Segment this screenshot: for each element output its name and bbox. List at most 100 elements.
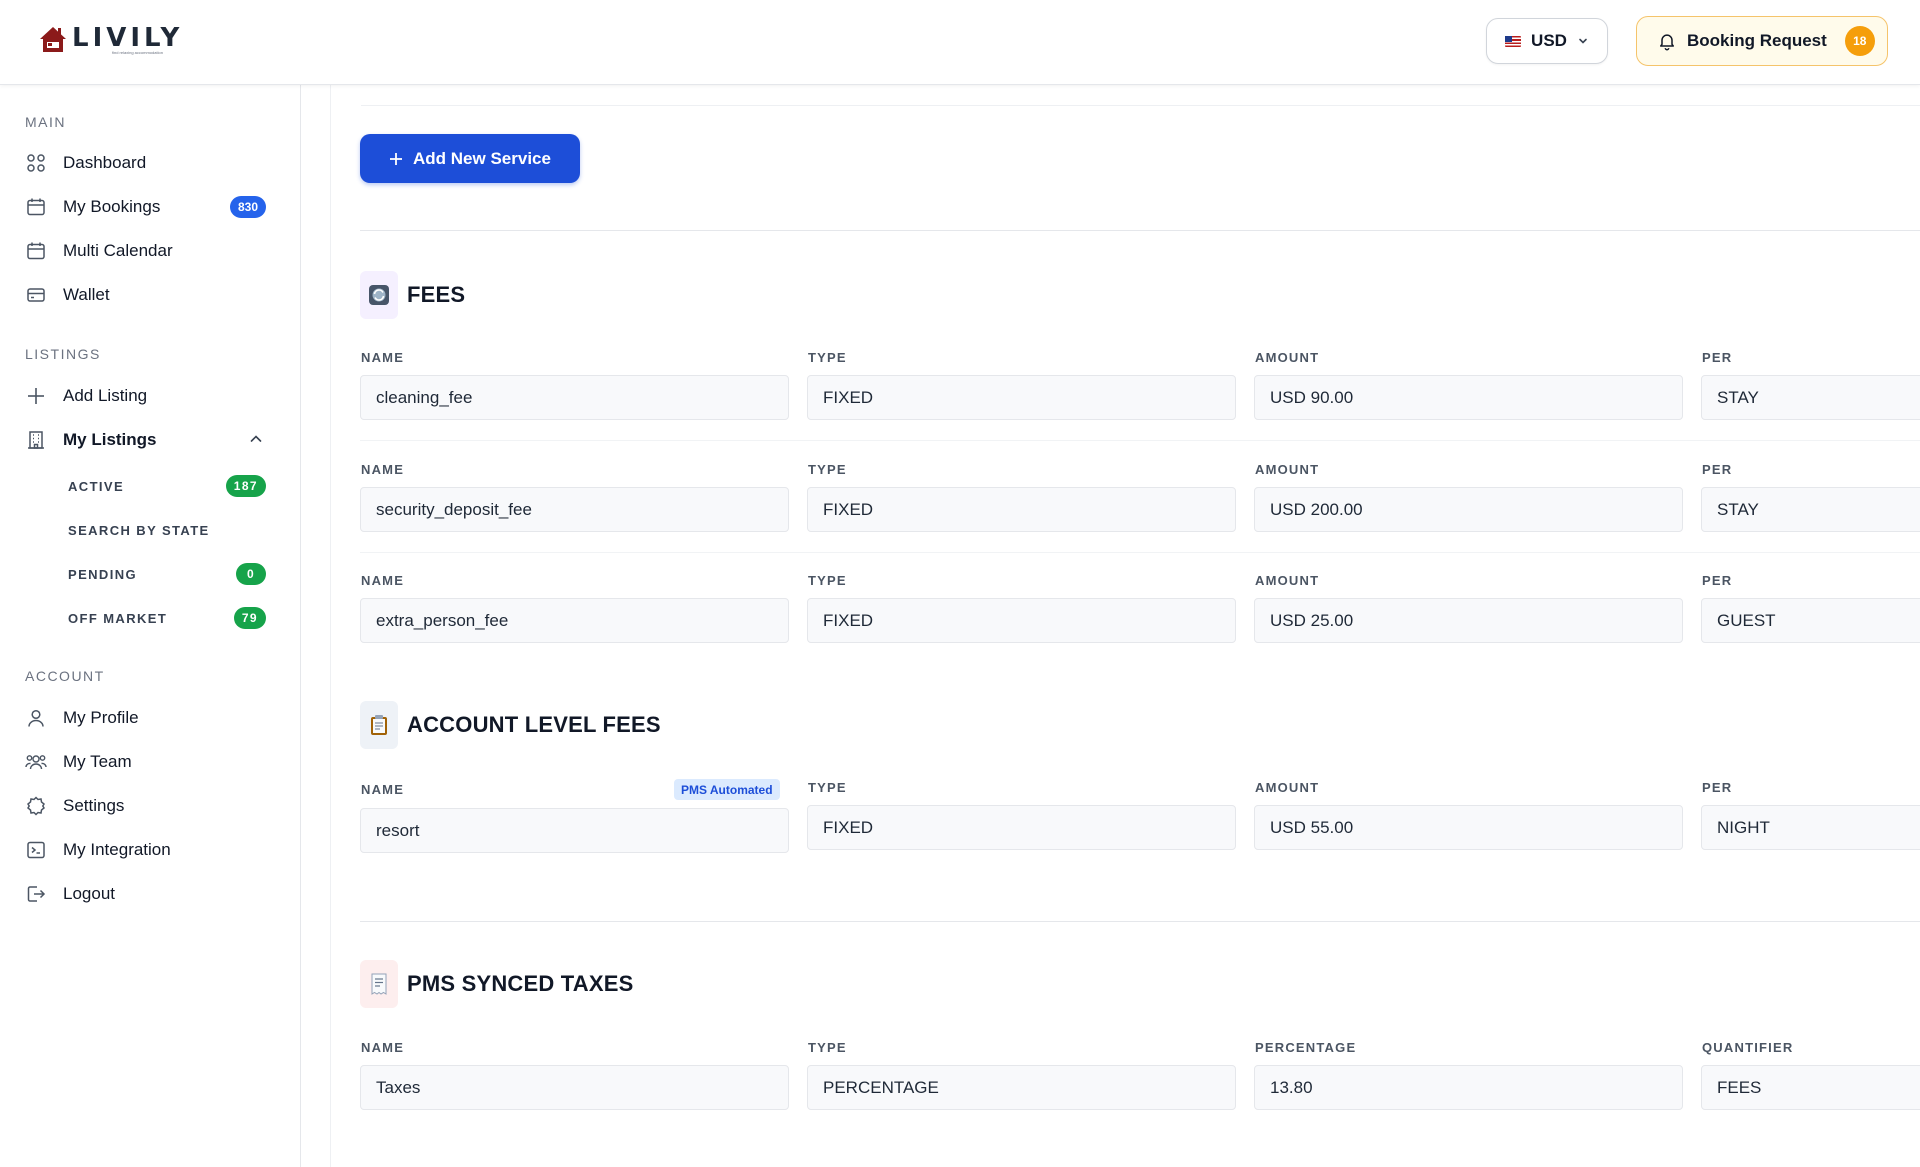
plus-icon (390, 152, 403, 165)
sidebar-subitem-active[interactable]: ACTIVE 187 (68, 471, 275, 501)
sidebar-item-my-integration[interactable]: My Integration (25, 832, 275, 868)
field-label-amount: AMOUNT (1255, 573, 1320, 588)
terminal-icon (25, 839, 47, 861)
grid-icon (25, 152, 47, 174)
sidebar-item-label: My Team (63, 752, 132, 771)
field-label-per: PER (1702, 462, 1733, 477)
fee-amount-field[interactable]: USD 200.00 (1254, 487, 1683, 532)
field-label-amount: AMOUNT (1255, 462, 1320, 477)
calendar-icon (25, 196, 47, 218)
tax-percentage-field[interactable]: 13.80 (1254, 1065, 1683, 1110)
fee-name-field[interactable]: extra_person_fee (360, 598, 789, 643)
add-new-service-label: Add New Service (413, 148, 551, 168)
field-label-name: NAME (361, 1040, 405, 1055)
fee-per-field[interactable]: STAY (1701, 487, 1920, 532)
tax-name-field[interactable]: Taxes (360, 1065, 789, 1110)
field-label-name: NAME (361, 350, 405, 365)
off-market-count-badge: 79 (233, 607, 266, 629)
sidebar-item-label: Wallet (63, 285, 110, 304)
account-fee-amount-field[interactable]: USD 55.00 (1254, 805, 1683, 850)
add-new-service-button[interactable]: Add New Service (360, 134, 580, 183)
sidebar-subitem-off-market[interactable]: OFF MARKET 79 (68, 603, 275, 633)
logout-icon (25, 883, 47, 905)
livily-logo[interactable]: LIVILY find relaxing accommodation (38, 24, 183, 55)
sidebar-item-dashboard[interactable]: Dashboard (25, 145, 275, 181)
chevron-up-icon[interactable] (247, 430, 265, 448)
pms-automated-badge: PMS Automated (674, 779, 780, 800)
fee-type-field[interactable]: FIXED (807, 375, 1236, 420)
field-label-type: TYPE (808, 780, 847, 795)
sidebar-item-add-listing[interactable]: Add Listing (25, 378, 275, 414)
bookings-count-badge: 830 (229, 196, 266, 218)
field-label-type: TYPE (808, 1040, 847, 1055)
sidebar-subitem-label: ACTIVE (68, 478, 125, 494)
sidebar-item-wallet[interactable]: Wallet (25, 277, 275, 313)
sidebar-item-label: Add Listing (63, 386, 148, 405)
row-divider (360, 552, 1920, 553)
fee-per-field[interactable]: STAY (1701, 375, 1920, 420)
sidebar-subitem-search-by-state[interactable]: SEARCH BY STATE (68, 515, 275, 545)
sidebar: MAIN Dashboard My Bookings 830 Multi Cal… (0, 85, 301, 1167)
fees-title: FEES (407, 282, 466, 307)
booking-request-button[interactable]: Booking Request 18 (1636, 16, 1888, 66)
field-label-name: NAME (361, 573, 405, 588)
field-label-type: TYPE (808, 350, 847, 365)
sidebar-item-logout[interactable]: Logout (25, 876, 275, 912)
sidebar-item-multi-calendar[interactable]: Multi Calendar (25, 233, 275, 269)
fee-name-field[interactable]: cleaning_fee (360, 375, 789, 420)
user-icon (25, 707, 47, 729)
fee-type-field[interactable]: FIXED (807, 487, 1236, 532)
account-fee-name-field[interactable]: resort (360, 808, 789, 853)
sidebar-item-label: My Bookings (63, 197, 161, 216)
sidebar-item-my-profile[interactable]: My Profile (25, 700, 275, 736)
users-icon (25, 751, 47, 773)
tax-quantifier-field[interactable]: FEES (1701, 1065, 1920, 1110)
calendar-icon (25, 240, 47, 262)
sidebar-section-main: MAIN (25, 114, 66, 130)
sidebar-item-my-team[interactable]: My Team (25, 744, 275, 780)
fee-amount-field[interactable]: USD 25.00 (1254, 598, 1683, 643)
sidebar-section-account: ACCOUNT (25, 668, 105, 684)
chevron-down-icon (1579, 38, 1587, 44)
credit-card-icon (25, 284, 47, 306)
sidebar-subitem-label: OFF MARKET (68, 610, 168, 626)
fee-type-field[interactable]: FIXED (807, 598, 1236, 643)
building-icon (25, 429, 47, 451)
fee-per-field[interactable]: GUEST (1701, 598, 1920, 643)
gear-icon (25, 795, 47, 817)
field-label-percentage: PERCENTAGE (1255, 1040, 1357, 1055)
bell-icon (1660, 34, 1674, 51)
sidebar-subitem-label: PENDING (68, 566, 138, 582)
active-count-badge: 187 (225, 475, 266, 497)
sidebar-item-my-listings[interactable]: My Listings (25, 422, 275, 458)
receipt-icon (360, 960, 398, 1008)
top-divider (361, 105, 1920, 106)
field-label-amount: AMOUNT (1255, 780, 1320, 795)
fees-header: FEES (360, 271, 465, 319)
sidebar-item-label: Logout (63, 884, 115, 903)
field-label-per: PER (1702, 350, 1733, 365)
booking-request-label: Booking Request (1687, 31, 1827, 50)
currency-label: USD (1531, 31, 1567, 50)
field-label-quantifier: QUANTIFIER (1702, 1040, 1794, 1055)
sidebar-subitem-pending[interactable]: PENDING 0 (68, 559, 275, 589)
sidebar-subitem-label: SEARCH BY STATE (68, 522, 210, 538)
currency-selector[interactable]: USD (1486, 18, 1608, 64)
sidebar-item-label: Dashboard (63, 153, 147, 172)
taxes-header: PMS SYNCED TAXES (360, 960, 634, 1008)
main-content: Add New Service FEES NAME TYPE AMOUNT PE… (330, 85, 1920, 1167)
section-divider (360, 921, 1920, 922)
account-fee-type-field[interactable]: FIXED (807, 805, 1236, 850)
sidebar-item-my-bookings[interactable]: My Bookings 830 (25, 189, 275, 225)
field-label-per: PER (1702, 780, 1733, 795)
tax-type-field[interactable]: PERCENTAGE (807, 1065, 1236, 1110)
fees-icon (360, 271, 398, 319)
fee-amount-field[interactable]: USD 90.00 (1254, 375, 1683, 420)
fee-name-field[interactable]: security_deposit_fee (360, 487, 789, 532)
account-fee-per-field[interactable]: NIGHT (1701, 805, 1920, 850)
top-header: LIVILY find relaxing accommodation USD B… (0, 0, 1920, 85)
sidebar-item-settings[interactable]: Settings (25, 788, 275, 824)
sidebar-item-label: My Listings (63, 430, 157, 449)
plus-icon (25, 385, 47, 407)
logo-text: LIVILY (72, 23, 184, 53)
